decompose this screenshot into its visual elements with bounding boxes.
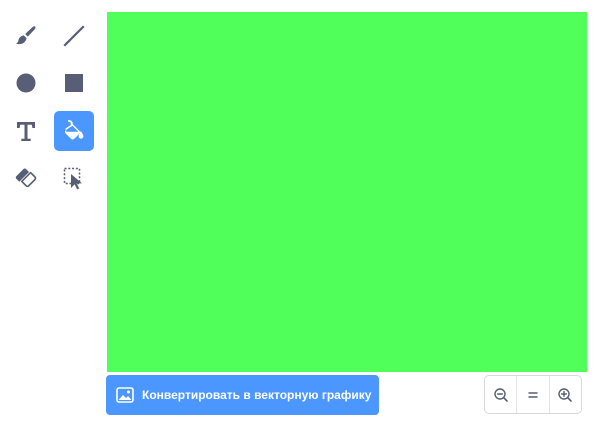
convert-to-vector-button[interactable]: Конвертировать в векторную графику xyxy=(106,375,379,415)
zoom-reset-icon xyxy=(528,391,538,398)
circle-icon xyxy=(16,73,36,93)
zoom-controls xyxy=(484,375,582,414)
image-icon xyxy=(116,386,134,404)
zoom-in-button[interactable] xyxy=(548,376,581,413)
text-icon xyxy=(17,122,35,141)
rectangle-tool[interactable] xyxy=(54,63,94,103)
brush-tool[interactable] xyxy=(6,16,46,56)
zoom-reset-button[interactable] xyxy=(516,376,548,413)
eraser-tool[interactable] xyxy=(6,158,46,198)
select-tool[interactable] xyxy=(54,158,94,198)
zoom-out-button[interactable] xyxy=(485,376,516,413)
paint-canvas[interactable] xyxy=(107,12,587,372)
brush-icon xyxy=(16,26,36,45)
rectangle-icon xyxy=(65,74,83,92)
select-icon xyxy=(63,167,82,190)
circle-tool[interactable] xyxy=(6,63,46,103)
eraser-icon xyxy=(15,168,37,188)
line-tool[interactable] xyxy=(54,16,94,56)
zoom-out-icon xyxy=(493,387,508,402)
fill-tool[interactable] xyxy=(54,111,94,151)
fill-bucket-icon xyxy=(65,120,84,140)
text-tool[interactable] xyxy=(6,111,46,151)
zoom-in-icon xyxy=(558,387,573,402)
line-icon xyxy=(63,25,85,47)
convert-button-label: Конвертировать в векторную графику xyxy=(142,388,372,402)
paint-editor: Конвертировать в векторную графику xyxy=(0,0,604,433)
